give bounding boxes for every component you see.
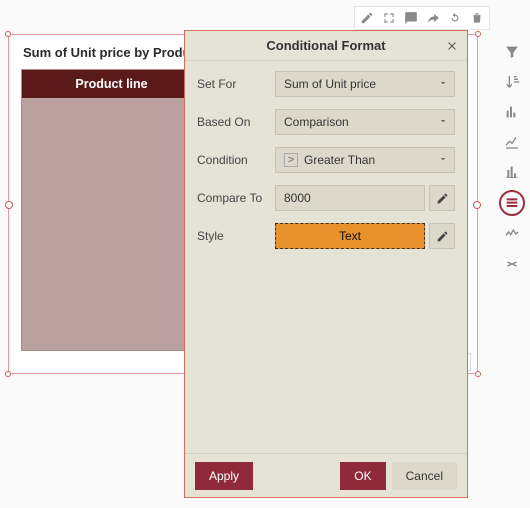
greater-than-icon: > — [284, 153, 298, 167]
viz-sidebar — [498, 40, 526, 276]
widget-toolbar — [354, 6, 490, 30]
dialog-footer: Apply OK Cancel — [185, 453, 467, 497]
condition-select[interactable]: > Greater Than — [275, 147, 455, 173]
comment-icon[interactable] — [401, 9, 421, 27]
line-chart-icon[interactable] — [500, 130, 524, 154]
style-label: Style — [197, 229, 267, 243]
compare-to-label: Compare To — [197, 191, 267, 205]
chevron-down-icon — [438, 115, 448, 129]
sort-icon[interactable] — [500, 70, 524, 94]
bar-chart-icon[interactable] — [500, 100, 524, 124]
edit-style-button[interactable] — [429, 223, 455, 249]
close-icon[interactable] — [443, 37, 461, 55]
chevron-down-icon — [438, 153, 448, 167]
delete-icon[interactable] — [467, 9, 487, 27]
set-for-select[interactable]: Sum of Unit price — [275, 71, 455, 97]
ok-button[interactable]: OK — [340, 462, 385, 490]
edit-compare-button[interactable] — [429, 185, 455, 211]
compare-to-input[interactable]: 8000 — [275, 185, 425, 211]
collapse-icon[interactable] — [500, 252, 524, 276]
based-on-select[interactable]: Comparison — [275, 109, 455, 135]
dialog-header: Conditional Format — [185, 31, 467, 61]
based-on-label: Based On — [197, 115, 267, 129]
refresh-icon[interactable] — [445, 9, 465, 27]
filter-icon[interactable] — [500, 40, 524, 64]
column-chart-icon[interactable] — [500, 160, 524, 184]
expand-icon[interactable] — [379, 9, 399, 27]
conditional-format-dialog: Conditional Format Set For Sum of Unit p… — [184, 30, 468, 498]
condition-label: Condition — [197, 153, 267, 167]
set-for-label: Set For — [197, 77, 267, 91]
edit-icon[interactable] — [357, 9, 377, 27]
style-preview[interactable]: Text — [275, 223, 425, 249]
share-icon[interactable] — [423, 9, 443, 27]
widget-title: Sum of Unit price by Produc — [23, 45, 198, 60]
cancel-button[interactable]: Cancel — [392, 462, 457, 490]
dialog-title: Conditional Format — [266, 38, 385, 53]
apply-button[interactable]: Apply — [195, 462, 253, 490]
table-icon[interactable] — [499, 190, 525, 216]
column-header-left[interactable]: Product line — [22, 70, 202, 98]
chevron-down-icon — [438, 77, 448, 91]
sparkline-icon[interactable] — [500, 222, 524, 246]
